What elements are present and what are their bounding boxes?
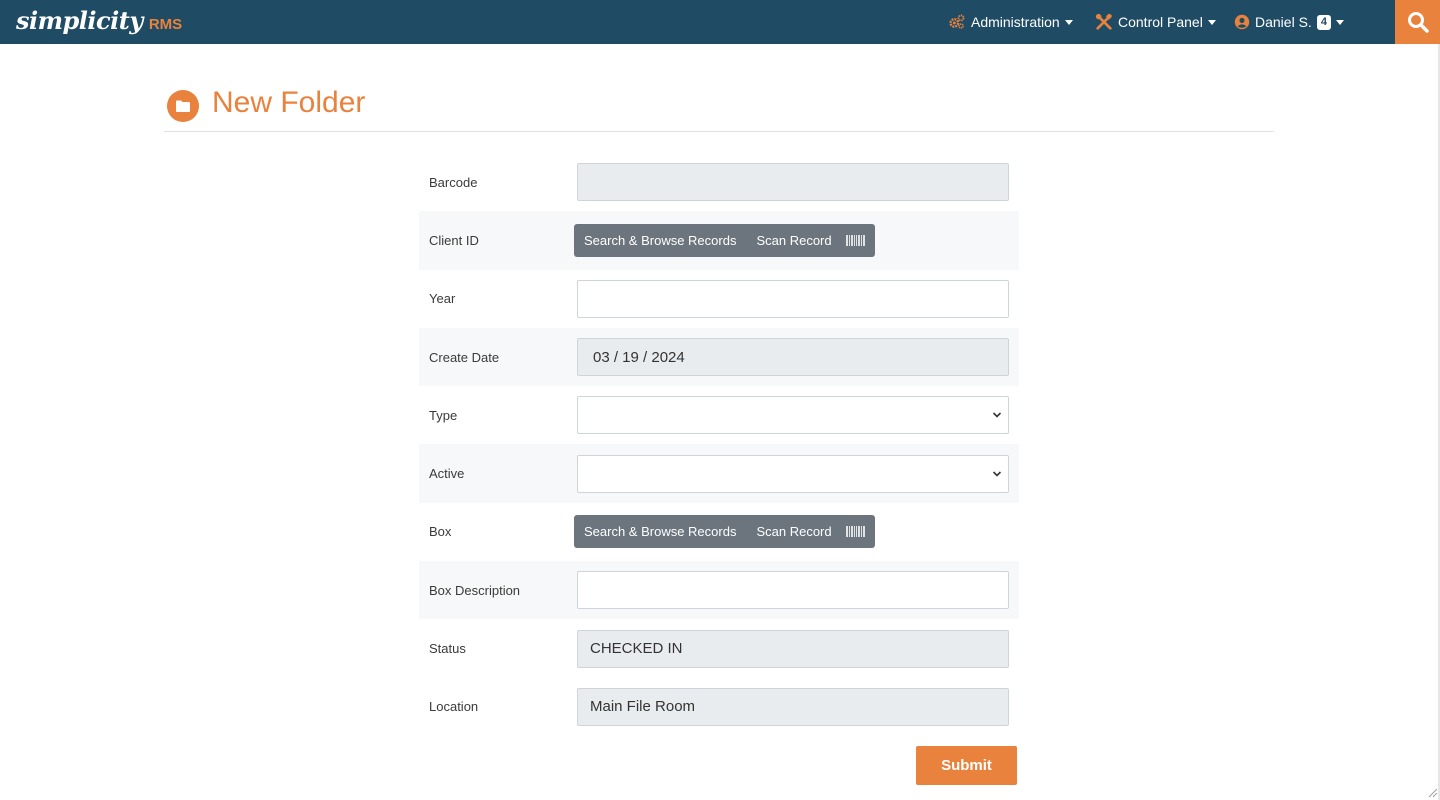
type-select[interactable] <box>577 396 1009 435</box>
client-id-button-group: Search & Browse Records Scan Record <box>574 223 875 257</box>
form-row-box-description: Box Description <box>419 561 1019 620</box>
active-select[interactable] <box>577 454 1009 493</box>
barcode-icon <box>845 526 865 538</box>
search-button[interactable] <box>1395 0 1440 44</box>
form-row-create-date: Create Date 03 / 19 / 2024 <box>419 327 1019 387</box>
year-label: Year <box>429 291 456 307</box>
scan-record-label: Scan Record <box>756 524 832 540</box>
notification-badge: 4 <box>1316 14 1331 30</box>
barcode-field[interactable] <box>577 163 1009 202</box>
form-row-status: Status CHECKED IN <box>419 619 1019 677</box>
box-label: Box <box>429 524 452 540</box>
location-label: Location <box>429 699 479 715</box>
form-row-barcode: Barcode <box>419 153 1019 211</box>
nav-user-dropdown[interactable]: Daniel S. 4 <box>1234 0 1344 44</box>
caret-down-icon <box>1335 20 1344 25</box>
location-field[interactable]: Main File Room <box>577 687 1009 726</box>
cogs-icon <box>949 14 965 29</box>
nav-administration-dropdown[interactable]: Administration <box>948 0 1073 44</box>
form-row-year: Year <box>419 270 1019 328</box>
status-label: Status <box>429 641 466 657</box>
box-description-input[interactable] <box>577 571 1009 610</box>
brand-logo[interactable]: simplicity RMS <box>16 6 182 38</box>
box-button-group: Search & Browse Records Scan Record <box>574 515 875 549</box>
user-circle-icon <box>1234 14 1250 30</box>
page-title: New Folder <box>212 86 366 119</box>
form-row-location: Location Main File Room <box>419 678 1019 736</box>
barcode-icon <box>845 234 865 246</box>
tools-icon <box>1095 13 1112 30</box>
new-folder-form: Barcode Client ID Search & Browse Record… <box>419 153 1019 736</box>
resize-handle-icon[interactable] <box>1426 786 1438 798</box>
scan-record-label: Scan Record <box>756 232 832 248</box>
folder-badge <box>167 90 199 122</box>
caret-down-icon <box>1207 20 1216 25</box>
chevron-down-icon <box>992 412 1002 418</box>
folder-icon <box>176 100 190 112</box>
search-icon <box>1407 12 1429 33</box>
box-description-label: Box Description <box>429 582 521 598</box>
form-row-box: Box Search & Browse Records Scan Record <box>419 503 1019 561</box>
type-label: Type <box>429 407 458 423</box>
caret-down-icon <box>1064 20 1073 25</box>
year-input[interactable] <box>577 279 1009 318</box>
client-id-label: Client ID <box>429 232 479 248</box>
top-navbar: simplicity RMS Administration Control Pa… <box>0 0 1440 44</box>
nav-control-panel-label: Control Panel <box>1118 14 1203 30</box>
chevron-down-icon <box>992 471 1002 477</box>
client-id-search-browse-button[interactable]: Search & Browse Records <box>574 224 746 257</box>
nav-control-panel-dropdown[interactable]: Control Panel <box>1095 0 1216 44</box>
barcode-label: Barcode <box>429 174 478 190</box>
box-search-browse-button[interactable]: Search & Browse Records <box>574 515 746 548</box>
form-row-client-id: Client ID Search & Browse Records Scan R… <box>419 211 1019 270</box>
form-row-active: Active <box>419 444 1019 503</box>
create-date-label: Create Date <box>429 349 500 365</box>
status-field[interactable]: CHECKED IN <box>577 629 1009 668</box>
client-id-scan-record-button[interactable]: Scan Record <box>746 224 874 257</box>
nav-user-name: Daniel S. <box>1255 14 1312 30</box>
create-date-field[interactable]: 03 / 19 / 2024 <box>577 338 1009 377</box>
page-header: New Folder <box>164 84 1274 132</box>
nav-administration-label: Administration <box>971 14 1060 30</box>
brand-name: simplicity <box>16 6 143 35</box>
brand-suffix: RMS <box>148 16 183 33</box>
submit-button[interactable]: Submit <box>916 746 1017 785</box>
form-row-type: Type <box>419 386 1019 444</box>
box-scan-record-button[interactable]: Scan Record <box>746 515 874 548</box>
active-label: Active <box>429 466 465 482</box>
